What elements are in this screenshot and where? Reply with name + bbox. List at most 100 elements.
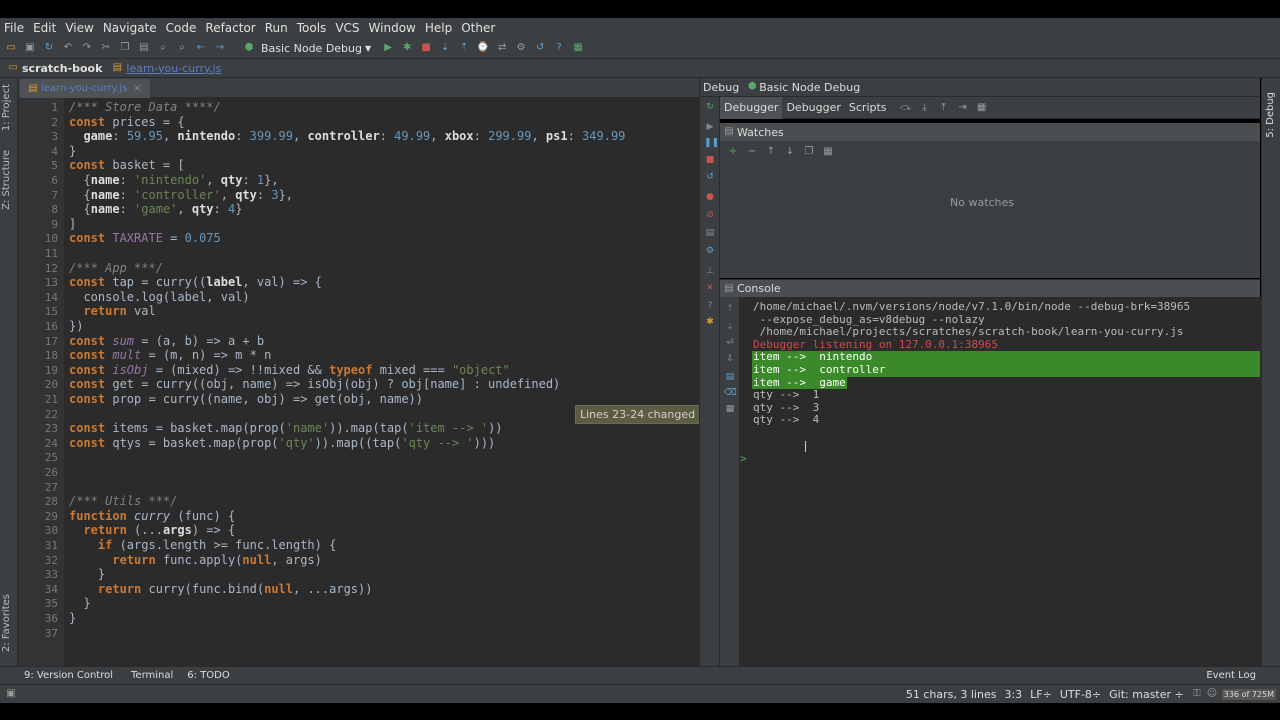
inspector-icon[interactable]: ☺ bbox=[1207, 687, 1217, 701]
scroll-end-icon[interactable]: ⇩ bbox=[724, 353, 736, 365]
menu-run[interactable]: Run bbox=[265, 21, 288, 35]
tab-project[interactable]: 1: Project bbox=[1, 84, 12, 131]
menu-help[interactable]: Help bbox=[425, 21, 452, 35]
toggle-panels-icon[interactable]: ▣ bbox=[6, 687, 16, 701]
menu-vcs[interactable]: VCS bbox=[335, 21, 359, 35]
menu-tools[interactable]: Tools bbox=[297, 21, 327, 35]
replace-icon[interactable]: ⌕ bbox=[175, 41, 189, 55]
find-icon[interactable]: ⌕ bbox=[156, 41, 170, 55]
menu-refactor[interactable]: Refactor bbox=[205, 21, 255, 35]
close-icon[interactable]: ✕ bbox=[704, 282, 716, 294]
filter-icon[interactable]: ▦ bbox=[724, 403, 736, 415]
menu-view[interactable]: View bbox=[65, 21, 93, 35]
revert-icon[interactable]: ↺ bbox=[533, 41, 547, 55]
move-up-icon[interactable]: ↑ bbox=[764, 145, 778, 159]
add-icon[interactable]: + bbox=[726, 145, 740, 159]
run-config-dropdown[interactable]: ⬢ Basic Node Debug ▼ bbox=[238, 40, 375, 56]
run-icon[interactable]: ▶ bbox=[381, 41, 395, 55]
cursor-position[interactable]: 3:3 bbox=[1004, 688, 1022, 701]
undo-icon[interactable]: ↶ bbox=[61, 41, 75, 55]
line-separator[interactable]: LF÷ bbox=[1030, 688, 1052, 701]
settings-icon[interactable]: ⚙ bbox=[704, 245, 716, 257]
breadcrumb-project[interactable]: scratch-book bbox=[22, 62, 102, 75]
plugin-icon[interactable]: ▦ bbox=[571, 41, 585, 55]
tab-todo[interactable]: 6: TODO bbox=[187, 670, 229, 681]
menu-edit[interactable]: Edit bbox=[33, 21, 56, 35]
tab-debugger-2[interactable]: Debugger bbox=[782, 97, 844, 119]
step-out-icon[interactable]: ⤒ bbox=[937, 101, 951, 115]
up-arrow-icon[interactable]: ↑ bbox=[724, 303, 736, 315]
tab-debugger-1[interactable]: Debugger bbox=[720, 96, 783, 119]
down-arrow-icon[interactable]: ↓ bbox=[724, 321, 736, 333]
console-prompt[interactable]: > bbox=[740, 452, 747, 466]
vcs-compare-icon[interactable]: ⇄ bbox=[495, 41, 509, 55]
debug-icon[interactable]: ✱ bbox=[400, 41, 414, 55]
code-editor[interactable]: /*** Store Data ****/ const prices = { g… bbox=[64, 98, 690, 666]
step-into-icon[interactable]: ⤓ bbox=[918, 101, 932, 115]
redo-icon[interactable]: ↷ bbox=[80, 41, 94, 55]
pin-icon[interactable]: ⊥ bbox=[704, 265, 716, 277]
plugin-icon[interactable]: ✱ bbox=[704, 316, 716, 328]
tab-terminal[interactable]: Terminal bbox=[131, 670, 173, 681]
help-icon[interactable]: ? bbox=[704, 300, 716, 312]
code-line-18: const mult = (m, n) => m * n bbox=[69, 348, 272, 363]
stop-icon[interactable]: ■ bbox=[419, 41, 433, 55]
line-number-gutter: 1 2 3 4 5 6 7 8 9 10 11 12 13 14 15 16 17 18 19 20 21 22 23 24 2… bbox=[18, 98, 64, 666]
stop-icon[interactable]: ■ bbox=[704, 154, 716, 166]
vcs-commit-icon[interactable]: ⇡ bbox=[457, 41, 471, 55]
tab-scripts[interactable]: Scripts bbox=[845, 97, 891, 119]
save-icon[interactable]: ▣ bbox=[23, 41, 37, 55]
back-icon[interactable]: ← bbox=[194, 41, 208, 55]
print-icon[interactable]: ▤ bbox=[724, 371, 736, 383]
tab-structure[interactable]: Z: Structure bbox=[1, 150, 12, 210]
breakpoints-icon[interactable]: ● bbox=[704, 191, 716, 203]
paste-icon[interactable]: ▤ bbox=[137, 41, 151, 55]
run-to-cursor-icon[interactable]: ⇥ bbox=[956, 101, 970, 115]
cut-icon[interactable]: ✂ bbox=[99, 41, 113, 55]
evaluate-icon[interactable]: ▦ bbox=[975, 101, 989, 115]
menu-file[interactable]: File bbox=[4, 21, 24, 35]
git-branch[interactable]: Git: master ÷ bbox=[1109, 688, 1184, 701]
menu-navigate[interactable]: Navigate bbox=[103, 21, 157, 35]
memory-indicator[interactable]: 336 of 725M bbox=[1221, 688, 1276, 700]
mute-breakpoints-icon[interactable]: ⊘ bbox=[704, 209, 716, 221]
line-number: 18 bbox=[44, 349, 58, 363]
tab-favorites[interactable]: 2: Favorites bbox=[1, 594, 12, 652]
step-over-icon[interactable]: ⤼ bbox=[899, 101, 913, 115]
watch-settings-icon[interactable]: ▦ bbox=[821, 145, 835, 159]
resume-icon[interactable]: ▶ bbox=[704, 121, 716, 133]
console-output[interactable]: /home/michael/.nvm/versions/node/v7.1.0/… bbox=[740, 297, 1261, 666]
open-folder-icon[interactable]: ▭ bbox=[4, 41, 18, 55]
copy-icon[interactable]: ❐ bbox=[802, 145, 816, 159]
menu-other[interactable]: Other bbox=[461, 21, 495, 35]
editor-tab-label: learn-you-curry.js bbox=[41, 83, 128, 94]
wrap-icon[interactable]: ⏎ bbox=[724, 337, 736, 349]
clear-icon[interactable]: ⌫ bbox=[724, 387, 737, 399]
move-down-icon[interactable]: ↓ bbox=[783, 145, 797, 159]
layout-icon[interactable]: ▤ bbox=[704, 227, 716, 239]
rerun-icon[interactable]: ↻ bbox=[704, 101, 716, 113]
help-icon[interactable]: ? bbox=[552, 41, 566, 55]
tab-debug[interactable]: 5: Debug bbox=[1265, 92, 1276, 138]
tab-version-control[interactable]: 9: Version Control bbox=[24, 670, 113, 681]
tab-event-log[interactable]: Event Log bbox=[1206, 670, 1256, 681]
pause-icon[interactable]: ❚❚ bbox=[704, 137, 719, 149]
reload-icon[interactable]: ↺ bbox=[704, 171, 716, 183]
vcs-update-icon[interactable]: ⇣ bbox=[438, 41, 452, 55]
debug-config[interactable]: Basic Node Debug bbox=[759, 81, 860, 94]
breadcrumb-file[interactable]: learn-you-curry.js bbox=[126, 62, 221, 75]
line-number: 20 bbox=[44, 378, 58, 392]
menu-code[interactable]: Code bbox=[166, 21, 197, 35]
forward-icon[interactable]: → bbox=[213, 41, 227, 55]
vcs-history-icon[interactable]: ⌚ bbox=[476, 41, 490, 55]
watches-list[interactable] bbox=[720, 163, 1260, 278]
lock-icon[interactable]: ⚿ bbox=[1192, 687, 1202, 701]
copy-icon[interactable]: ❐ bbox=[118, 41, 132, 55]
remove-icon[interactable]: − bbox=[745, 145, 759, 159]
menu-window[interactable]: Window bbox=[369, 21, 416, 35]
close-icon[interactable]: × bbox=[133, 83, 141, 94]
sync-icon[interactable]: ↻ bbox=[42, 41, 56, 55]
editor-tab-active[interactable]: ▤ learn-you-curry.js × bbox=[20, 79, 150, 98]
settings-icon[interactable]: ⚙ bbox=[514, 41, 528, 55]
file-encoding[interactable]: UTF-8÷ bbox=[1060, 688, 1101, 701]
